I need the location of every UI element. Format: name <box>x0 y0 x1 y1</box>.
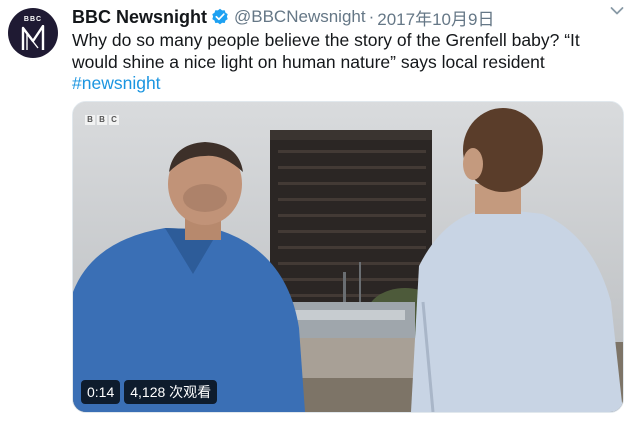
avatar-bbc-logo: BBC <box>23 16 43 23</box>
tweet-card: BBC BBC Newsnight @BBCNewsnight · 2017年1… <box>0 0 640 425</box>
watermark-letter: B <box>85 115 95 125</box>
separator-dot: · <box>368 7 375 26</box>
avatar[interactable]: BBC <box>8 8 58 58</box>
tweet-text: Why do so many people believe the story … <box>72 30 622 95</box>
video-thumbnail <box>73 102 623 412</box>
watermark-letter: B <box>97 115 107 125</box>
bbc-watermark: B B C <box>85 115 119 125</box>
display-name[interactable]: BBC Newsnight <box>72 7 207 28</box>
hashtag-link[interactable]: #newsnight <box>72 73 622 95</box>
tweet-text-line: Why do so many people believe the story … <box>72 30 580 50</box>
user-handle[interactable]: @BBCNewsnight <box>234 7 366 27</box>
watermark-letter: C <box>109 115 119 125</box>
verified-badge-icon <box>211 8 229 26</box>
newsnight-logo-icon <box>21 25 45 50</box>
chevron-down-icon[interactable] <box>610 6 624 16</box>
view-count: 4,128 次观看 <box>124 380 218 404</box>
video-player[interactable]: B B C 0:14 4,128 次观看 <box>72 101 624 413</box>
video-duration: 0:14 <box>81 380 121 404</box>
tweet-header: BBC Newsnight @BBCNewsnight · 2017年10月9日 <box>72 5 494 30</box>
video-info-overlay: 0:14 4,128 次观看 <box>81 380 218 404</box>
tweet-date[interactable]: 2017年10月9日 <box>377 5 494 30</box>
tweet-text-line: would shine a nice light on human nature… <box>72 51 545 72</box>
